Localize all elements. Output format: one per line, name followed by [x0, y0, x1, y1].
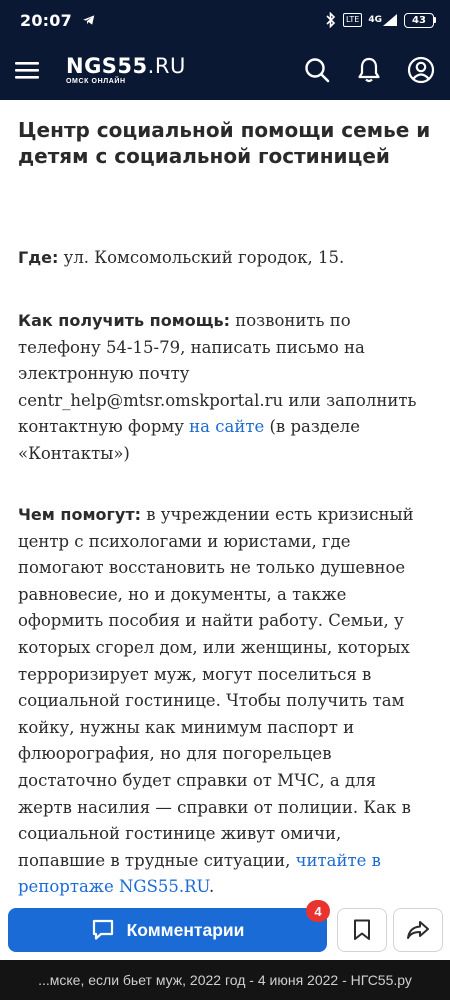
- user-icon: [407, 56, 435, 84]
- comments-label: Комментарии: [126, 919, 245, 940]
- browser-title-bar[interactable]: ...мске, если бьет муж, 2022 год - 4 июн…: [0, 960, 450, 1000]
- signal-icon: 4G: [368, 13, 398, 27]
- battery-level: 43: [404, 12, 434, 28]
- paragraph-what: Чем помогут: в учреждении есть кризисный…: [18, 502, 432, 901]
- browser-page-title: ...мске, если бьет муж, 2022 год - 4 июн…: [38, 972, 412, 988]
- article-title: Центр социальной помощи семье и детям с …: [18, 118, 431, 168]
- status-bar: 20:07 LTE 4G 43: [0, 0, 450, 40]
- bell-icon: [358, 57, 380, 83]
- search-button[interactable]: [302, 55, 332, 85]
- status-time: 20:07: [20, 10, 72, 30]
- share-button[interactable]: [393, 908, 443, 952]
- what-text: в учреждении есть кризисный центр с псих…: [18, 505, 414, 870]
- logo-main: NGS55: [66, 53, 148, 78]
- notifications-button[interactable]: [354, 55, 384, 85]
- comments-count-badge: 4: [306, 900, 330, 922]
- bookmark-icon: [354, 919, 370, 940]
- bottom-action-bar: Комментарии 4: [0, 900, 450, 960]
- where-label: Где:: [18, 248, 59, 267]
- where-text: ул. Комсомольский городок, 15.: [58, 248, 345, 267]
- paragraph-where: Где: ул. Комсомольский городок, 15.: [18, 245, 432, 272]
- battery-icon: 43: [404, 12, 436, 28]
- bookmark-button[interactable]: [337, 908, 387, 952]
- search-icon: [305, 58, 330, 83]
- what-text-end: .: [208, 877, 215, 897]
- menu-button[interactable]: [0, 40, 54, 100]
- logo-suffix: .RU: [147, 53, 186, 78]
- site-link[interactable]: на сайте: [189, 417, 264, 436]
- what-label: Чем помогут:: [18, 505, 142, 524]
- bluetooth-icon: [325, 12, 337, 28]
- logo-subtitle: ОМСК ОНЛАЙН: [66, 77, 126, 85]
- profile-button[interactable]: [406, 55, 436, 85]
- share-icon: [407, 921, 429, 939]
- lte-indicator: LTE: [343, 13, 363, 27]
- telegram-icon: [82, 13, 96, 27]
- comment-icon: [92, 919, 113, 940]
- app-header: NGS55.RU ОМСК ОНЛАЙН: [0, 40, 450, 100]
- network-type: 4G: [368, 14, 382, 25]
- paragraph-how: Как получить помощь: позвонить по телефо…: [18, 308, 432, 468]
- site-logo[interactable]: NGS55.RU ОМСК ОНЛАЙН: [66, 55, 186, 86]
- how-label: Как получить помощь:: [18, 311, 230, 330]
- article: Центр социальной помощи семье и детям с …: [18, 100, 432, 896]
- comments-button[interactable]: Комментарии: [8, 908, 327, 952]
- hamburger-icon: [15, 62, 39, 79]
